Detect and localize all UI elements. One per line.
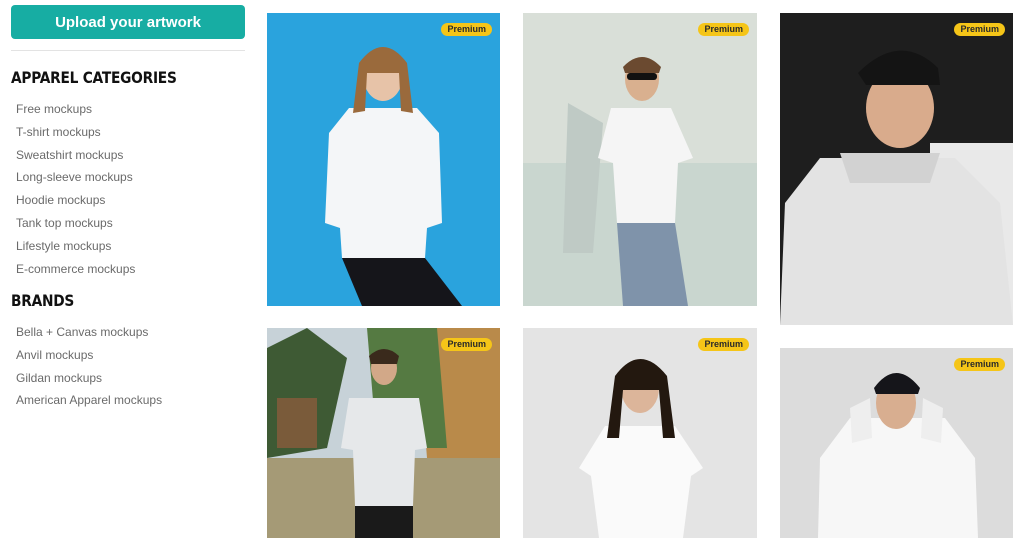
mockup-photo — [267, 13, 500, 306]
mockup-photo — [523, 328, 757, 538]
mockup-photo — [780, 348, 1013, 538]
mockup-card[interactable]: Premium — [780, 348, 1013, 538]
sidebar-divider — [11, 50, 245, 51]
mockup-card[interactable]: Premium — [780, 13, 1013, 325]
sidebar: Upload your artwork APPAREL CATEGORIES F… — [0, 0, 255, 538]
apparel-categories-list: Free mockups T-shirt mockups Sweatshirt … — [16, 98, 135, 280]
upload-artwork-button[interactable]: Upload your artwork — [11, 5, 245, 39]
brand-link-anvil[interactable]: Anvil mockups — [16, 344, 162, 367]
brand-link-bella-canvas[interactable]: Bella + Canvas mockups — [16, 321, 162, 344]
mockup-card[interactable]: Premium — [523, 13, 757, 306]
category-link-free[interactable]: Free mockups — [16, 98, 135, 121]
premium-badge: Premium — [698, 338, 749, 351]
mockup-card[interactable]: Premium — [267, 13, 500, 306]
brand-link-american-apparel[interactable]: American Apparel mockups — [16, 389, 162, 412]
category-link-tank-top[interactable]: Tank top mockups — [16, 212, 135, 235]
category-link-lifestyle[interactable]: Lifestyle mockups — [16, 235, 135, 258]
premium-badge: Premium — [441, 23, 492, 36]
category-link-hoodie[interactable]: Hoodie mockups — [16, 189, 135, 212]
premium-badge: Premium — [441, 338, 492, 351]
mockup-card[interactable]: Premium — [267, 328, 500, 538]
category-link-long-sleeve[interactable]: Long-sleeve mockups — [16, 166, 135, 189]
brand-link-gildan[interactable]: Gildan mockups — [16, 367, 162, 390]
brands-heading: BRANDS — [11, 291, 75, 310]
category-link-sweatshirt[interactable]: Sweatshirt mockups — [16, 144, 135, 167]
premium-badge: Premium — [954, 358, 1005, 371]
mockup-photo — [267, 328, 500, 538]
category-link-ecommerce[interactable]: E-commerce mockups — [16, 258, 135, 281]
premium-badge: Premium — [954, 23, 1005, 36]
category-link-tshirt[interactable]: T-shirt mockups — [16, 121, 135, 144]
mockup-photo — [523, 13, 757, 306]
mockup-photo — [780, 13, 1013, 325]
brands-list: Bella + Canvas mockups Anvil mockups Gil… — [16, 321, 162, 412]
mockup-card[interactable]: Premium — [523, 328, 757, 538]
premium-badge: Premium — [698, 23, 749, 36]
apparel-categories-heading: APPAREL CATEGORIES — [11, 68, 177, 87]
